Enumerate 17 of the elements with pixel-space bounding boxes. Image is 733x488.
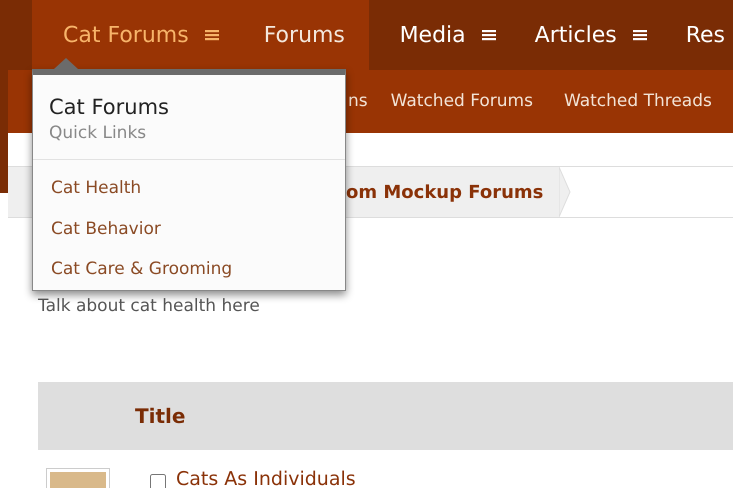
- dropdown-title: Cat Forums: [49, 94, 170, 121]
- nav-tab[interactable]: Cat Forums: [32, 0, 233, 70]
- dropdown-link[interactable]: Cat Behavior: [51, 208, 161, 249]
- subnav-link[interactable]: Watched Threads: [564, 88, 712, 114]
- thread-title-link[interactable]: Cats As Individuals: [176, 468, 356, 488]
- nav-tab[interactable]: Forums: [232, 0, 359, 70]
- row-checkbox[interactable]: [150, 474, 166, 488]
- nav-tab[interactable]: Res: [654, 0, 733, 70]
- dropdown-subtitle: Quick Links: [49, 122, 148, 145]
- dropdown-link[interactable]: Cat Health: [51, 168, 142, 208]
- forum-description: Talk about cat health here: [38, 295, 261, 318]
- subnav-link[interactable]: ns: [348, 88, 368, 114]
- nav-tab[interactable]: Media: [368, 0, 504, 70]
- dropdown-link[interactable]: Cat Care & Grooming: [51, 249, 232, 290]
- nav-tab[interactable]: Articles: [504, 0, 655, 70]
- column-header: Title: [135, 402, 186, 430]
- subnav-link[interactable]: Watched Forums: [390, 88, 533, 114]
